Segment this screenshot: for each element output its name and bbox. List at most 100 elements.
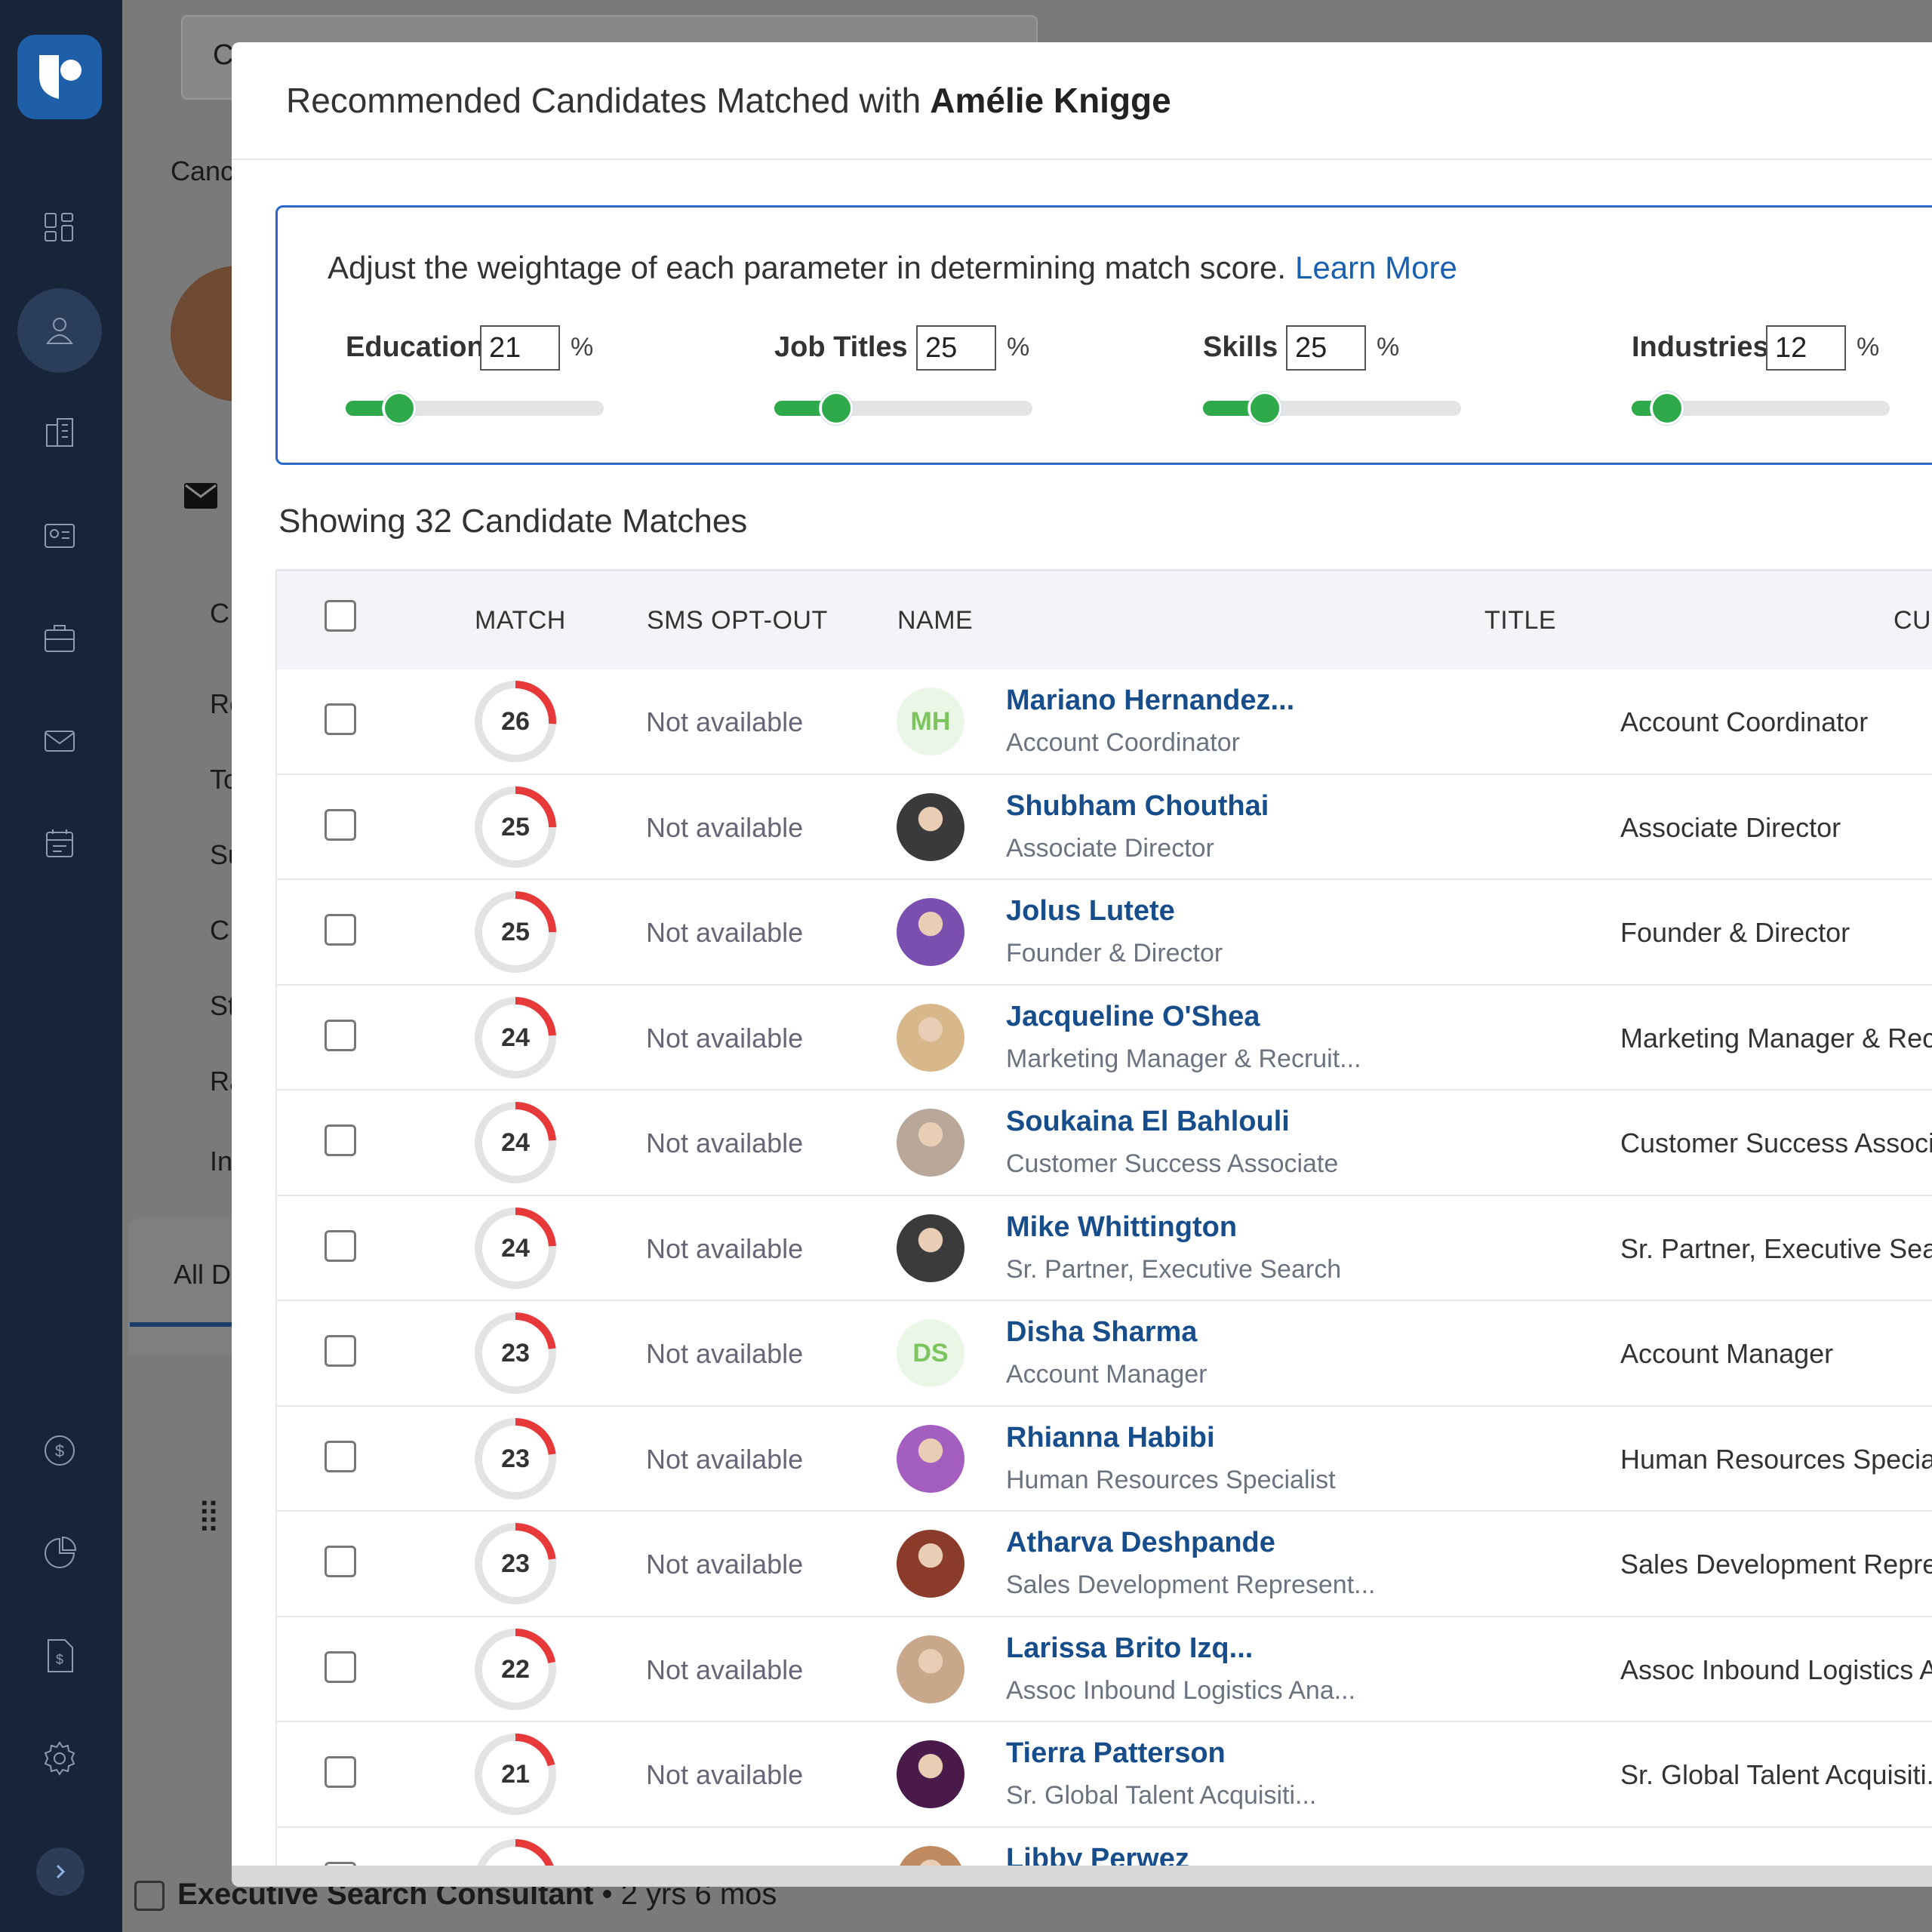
weight-label: Education <box>346 331 485 363</box>
match-score: 23 <box>501 1444 530 1473</box>
weight-input[interactable] <box>916 325 996 371</box>
dashboard-icon[interactable] <box>17 186 102 270</box>
table-row[interactable]: 24 Not available Soukaina El Bahlouli Custo… <box>275 1091 1932 1196</box>
table-row[interactable]: 23 Not available DS Disha Sharma Account Man… <box>275 1301 1932 1407</box>
row-checkbox[interactable] <box>325 1651 356 1683</box>
invoice-icon[interactable]: $ <box>17 1614 102 1698</box>
table-row[interactable]: 21 Not available Tierra Patterson Sr. Globa… <box>275 1722 1932 1828</box>
table-row[interactable]: 22 Not available Larissa Brito Izq... Assoc… <box>275 1617 1932 1722</box>
row-checkbox[interactable] <box>325 1756 356 1788</box>
candidate-avatar <box>897 792 964 861</box>
weight-input[interactable] <box>480 325 560 371</box>
column-match[interactable]: MATCH <box>475 571 566 669</box>
weight-slider[interactable] <box>346 392 604 425</box>
match-score: 24 <box>501 1233 530 1263</box>
table-row[interactable]: 23 Not available Atharva Deshpande Sales De… <box>275 1512 1932 1617</box>
candidate-name-link[interactable]: Jolus Lutete <box>1006 895 1175 928</box>
candidate-subtitle: Assoc Inbound Logistics Ana... <box>1006 1675 1356 1705</box>
weight-input[interactable] <box>1286 325 1366 371</box>
candidate-name-link[interactable]: Larissa Brito Izq... <box>1006 1632 1253 1665</box>
candidate-avatar <box>897 1003 964 1072</box>
candidate-name-link[interactable]: Disha Sharma <box>1006 1316 1197 1349</box>
modal-title-prefix: Recommended Candidates Matched with <box>286 81 921 120</box>
weight-slider[interactable] <box>1632 392 1890 425</box>
svg-text:$: $ <box>55 1441 64 1460</box>
settings-icon[interactable] <box>17 1716 102 1801</box>
row-checkbox[interactable] <box>325 1335 356 1367</box>
contacts-icon[interactable] <box>17 494 102 578</box>
candidate-name-link[interactable]: Atharva Deshpande <box>1006 1527 1275 1559</box>
weight-slider-knob[interactable] <box>1248 392 1281 425</box>
candidate-name-link[interactable]: Jacqueline O'Shea <box>1006 1001 1260 1033</box>
weight-slider[interactable] <box>774 392 1032 425</box>
table-row[interactable]: 24 Not available Mike Whittington Sr. Partn… <box>275 1195 1932 1301</box>
row-checkbox[interactable] <box>325 808 356 841</box>
candidate-subtitle: Human Resources Specialist <box>1006 1465 1336 1494</box>
billing-icon[interactable]: $ <box>17 1408 102 1493</box>
candidate-title: Human Resources Special... <box>1620 1443 1932 1475</box>
weight-unit: % <box>571 333 594 361</box>
candidate-name-link[interactable]: Mariano Hernandez... <box>1006 685 1294 717</box>
row-checkbox[interactable] <box>325 1124 356 1156</box>
candidate-title: Associate Director <box>1620 811 1841 843</box>
candidate-title: Account Coordinator <box>1620 706 1869 737</box>
candidates-icon[interactable] <box>17 288 102 373</box>
select-all-checkbox[interactable] <box>325 600 356 632</box>
column-title[interactable]: TITLE <box>1484 571 1556 669</box>
weight-slider-knob[interactable] <box>820 392 853 425</box>
bg-field-8: In <box>210 1146 233 1177</box>
modal-title-name: Amélie Knigge <box>930 81 1171 120</box>
sms-opt-out: Not available <box>646 811 804 843</box>
table-row[interactable]: 25 Not available Jolus Lutete Founder & Dir… <box>275 880 1932 986</box>
table-row[interactable]: 26 Not available MH Mariano Hernandez... Acc… <box>275 669 1932 775</box>
column-name[interactable]: NAME <box>897 571 973 669</box>
table-header: MATCH SMS OPT-OUT NAME TITLE CUR <box>275 571 1932 669</box>
mail-icon[interactable] <box>17 699 102 783</box>
horizontal-scrollbar[interactable] <box>232 1866 1932 1887</box>
candidate-avatar <box>897 1424 964 1493</box>
companies-icon[interactable] <box>17 391 102 475</box>
candidate-subtitle: Founder & Director <box>1006 939 1223 968</box>
row-checkbox[interactable] <box>325 1229 356 1262</box>
candidate-name-link[interactable]: Soukaina El Bahlouli <box>1006 1106 1290 1138</box>
jobs-icon[interactable] <box>17 596 102 681</box>
chevron-right-icon <box>56 1864 66 1879</box>
app-logo[interactable] <box>17 35 102 119</box>
candidate-avatar <box>897 1740 964 1808</box>
weight-slider[interactable] <box>1203 392 1461 425</box>
table-row[interactable]: 23 Not available Rhianna Habibi Human Resou… <box>275 1406 1932 1512</box>
row-checkbox[interactable] <box>325 1546 356 1577</box>
reports-icon[interactable] <box>17 1511 102 1595</box>
weight-input[interactable] <box>1766 325 1846 371</box>
learn-more-link[interactable]: Learn More <box>1295 250 1457 285</box>
candidate-name-link[interactable]: Tierra Patterson <box>1006 1737 1226 1770</box>
candidate-avatar: MH <box>897 688 964 755</box>
row-checkbox[interactable] <box>325 914 356 946</box>
row-checkbox[interactable] <box>325 1440 356 1472</box>
weight-param-skills: Skills% <box>1203 325 1505 425</box>
table-row[interactable]: 25 Not available Shubham Chouthai Associate… <box>275 774 1932 880</box>
sms-opt-out: Not available <box>646 1128 804 1158</box>
row-checkbox[interactable] <box>325 703 356 735</box>
column-sms-opt-out[interactable]: SMS OPT-OUT <box>647 571 828 669</box>
candidate-avatar <box>897 1109 964 1177</box>
candidate-subtitle: Marketing Manager & Recruit... <box>1006 1044 1361 1073</box>
expand-sidebar-button[interactable] <box>36 1847 85 1896</box>
bg-tab-underline <box>130 1322 235 1327</box>
weight-param-job-titles: Job Titles% <box>774 325 1076 425</box>
column-current[interactable]: CUR <box>1894 571 1932 669</box>
candidate-name-link[interactable]: Mike Whittington <box>1006 1211 1237 1244</box>
candidate-name-link[interactable]: Rhianna Habibi <box>1006 1422 1215 1454</box>
candidate-title: Marketing Manager & Recr... <box>1620 1022 1932 1054</box>
row-checkbox[interactable] <box>325 1019 356 1051</box>
candidate-title: Founder & Director <box>1620 917 1850 948</box>
sms-opt-out: Not available <box>646 1338 804 1369</box>
candidate-name-link[interactable]: Shubham Chouthai <box>1006 790 1269 823</box>
match-score: 22 <box>501 1654 530 1684</box>
weight-unit: % <box>1377 333 1400 361</box>
weight-slider-knob[interactable] <box>1651 392 1684 425</box>
match-score: 26 <box>501 707 530 736</box>
table-row[interactable]: 24 Not available Jacqueline O'Shea Marketin… <box>275 985 1932 1091</box>
weight-slider-knob[interactable] <box>383 392 416 425</box>
calendar-icon[interactable] <box>17 801 102 886</box>
